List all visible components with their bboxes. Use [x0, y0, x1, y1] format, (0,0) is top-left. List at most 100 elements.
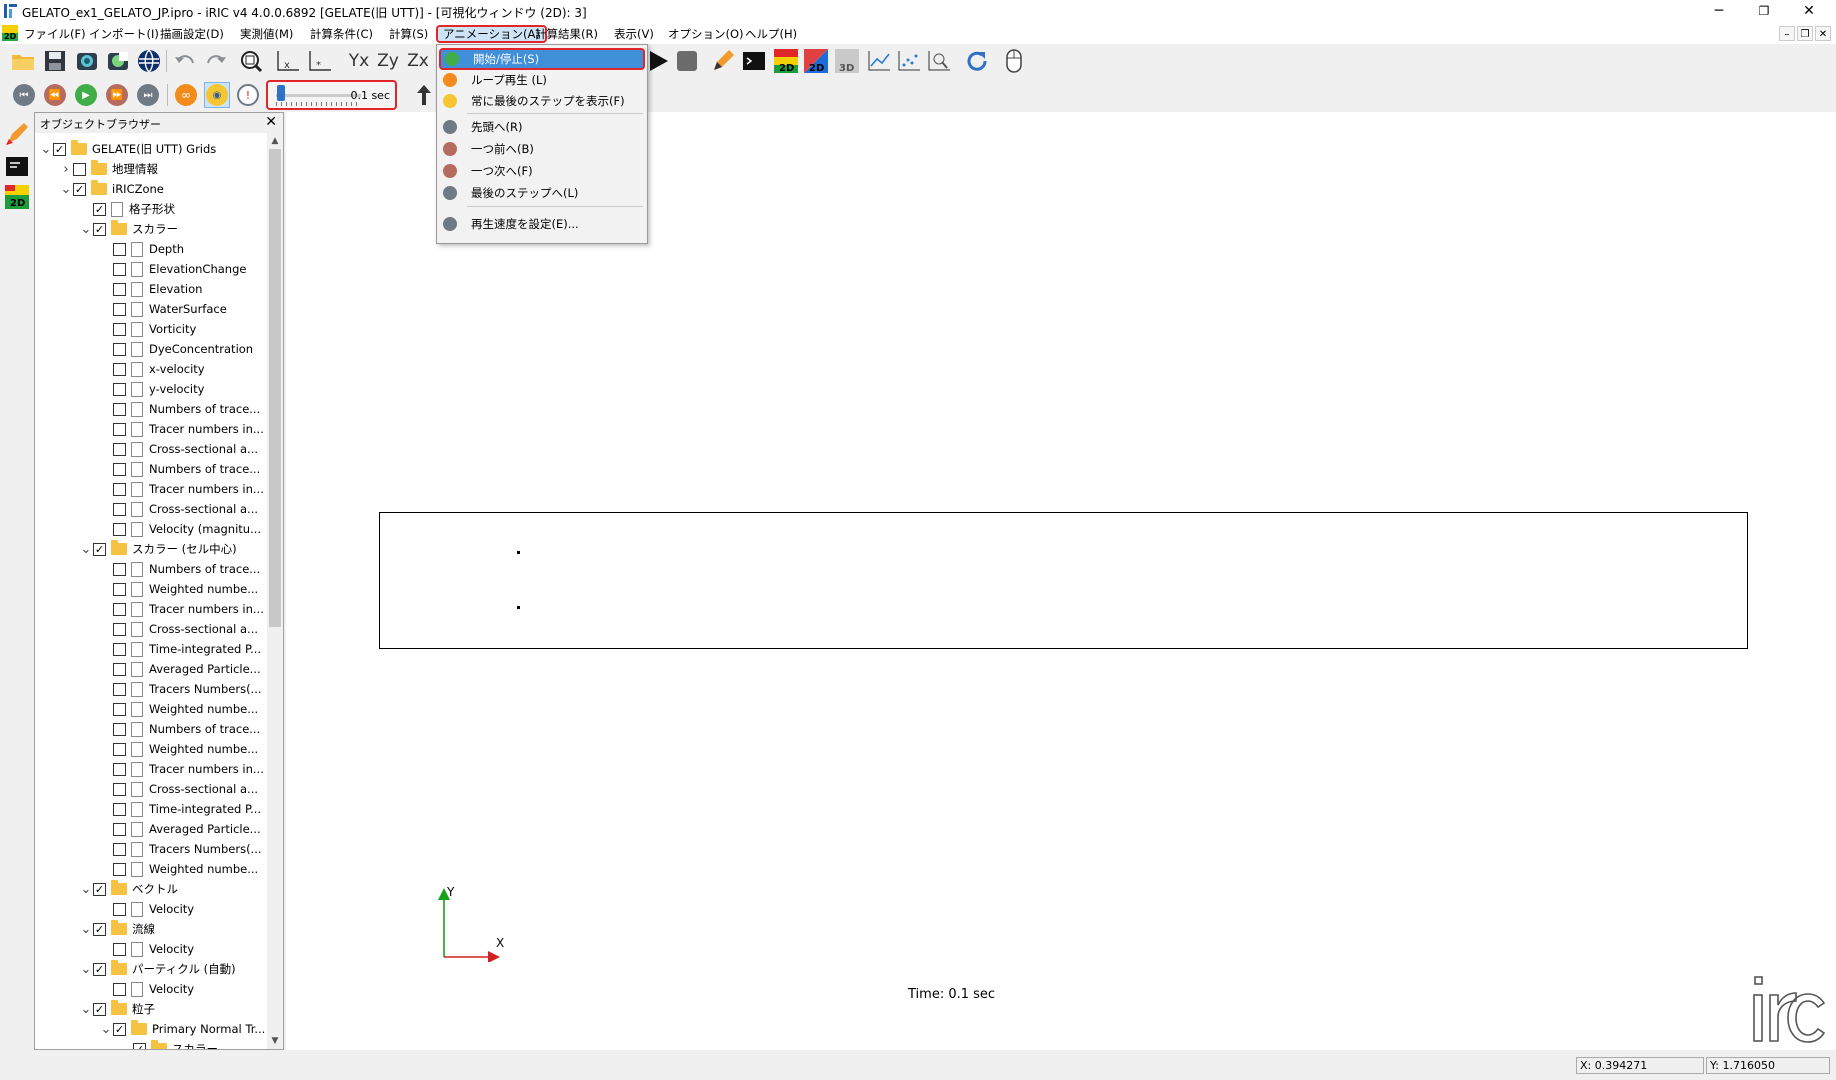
- visibility-checkbox[interactable]: [113, 362, 126, 376]
- menu-calculation[interactable]: 計算(S): [384, 25, 433, 43]
- scrollbar-thumb[interactable]: [269, 149, 281, 627]
- 2d-window-alt-icon[interactable]: 2D: [803, 48, 829, 74]
- tree-item[interactable]: Averaged Particle...: [99, 819, 261, 839]
- save-icon[interactable]: [42, 48, 68, 74]
- tree-item[interactable]: Velocity (magnitu...: [99, 519, 261, 539]
- visibility-checkbox[interactable]: [113, 742, 126, 756]
- tree-item[interactable]: Weighted numbe...: [99, 739, 258, 759]
- mdi-close-button[interactable]: ✕: [1815, 26, 1831, 41]
- collapse-chevron-icon[interactable]: ⌄: [59, 182, 73, 197]
- tree-folder-item[interactable]: ⌄ ✓ 流線: [79, 919, 155, 939]
- visibility-checkbox[interactable]: [113, 702, 126, 716]
- visibility-checkbox[interactable]: [113, 462, 126, 476]
- 2d-window-icon[interactable]: 2D: [773, 48, 799, 74]
- visibility-checkbox[interactable]: [113, 442, 126, 456]
- visibility-checkbox[interactable]: [113, 662, 126, 676]
- visibility-checkbox[interactable]: ✓: [93, 542, 106, 556]
- tree-folder-item[interactable]: ⌄ ✓ Primary Normal Tr...: [99, 1019, 265, 1039]
- tree-folder-item[interactable]: ⌄ ✓ GELATE(旧 UTT) Grids: [39, 139, 216, 159]
- tree-folder-item[interactable]: ⌄ ✓ ベクトル: [79, 879, 178, 899]
- collapse-chevron-icon[interactable]: ⌄: [79, 222, 93, 237]
- tree-item[interactable]: Velocity: [99, 939, 194, 959]
- loop-button[interactable]: ∞: [173, 82, 199, 108]
- 3d-window-icon[interactable]: 3D: [834, 48, 860, 74]
- edit-brush-icon[interactable]: [5, 122, 29, 146]
- axis-edit-icon[interactable]: *: [307, 48, 333, 74]
- collapse-chevron-icon[interactable]: ⌄: [119, 1042, 133, 1050]
- globe-icon[interactable]: [136, 48, 162, 74]
- menu-import[interactable]: インポート(I): [84, 25, 164, 43]
- visualization-canvas[interactable]: Y X Time: 0.1 sec: [286, 112, 1836, 1050]
- menu-results[interactable]: 計算結果(R): [530, 25, 603, 43]
- visibility-checkbox[interactable]: ✓: [73, 182, 86, 196]
- menu-view[interactable]: 表示(V): [609, 25, 659, 43]
- tree-item[interactable]: WaterSurface: [99, 299, 227, 319]
- tree-scrollbar[interactable]: ▲ ▼: [267, 133, 283, 1049]
- visibility-checkbox[interactable]: [113, 522, 126, 536]
- tree-folder-item[interactable]: ⌄ ✓ スカラー (セル中心): [79, 539, 237, 559]
- visibility-checkbox[interactable]: [113, 562, 126, 576]
- first-step-button[interactable]: ⏮: [11, 82, 37, 108]
- visibility-checkbox[interactable]: [113, 862, 126, 876]
- visibility-checkbox[interactable]: ✓: [93, 202, 106, 216]
- visibility-checkbox[interactable]: [113, 342, 126, 356]
- menu-file[interactable]: ファイル(F): [19, 25, 91, 43]
- visibility-checkbox[interactable]: [113, 782, 126, 796]
- visibility-checkbox[interactable]: [113, 762, 126, 776]
- collapse-chevron-icon[interactable]: ⌄: [79, 1002, 93, 1017]
- visibility-checkbox[interactable]: [113, 682, 126, 696]
- tree-item[interactable]: Cross-sectional a...: [99, 779, 258, 799]
- object-browser-close-button[interactable]: ✕: [265, 114, 277, 130]
- undo-icon[interactable]: [172, 48, 198, 74]
- tree-folder-item[interactable]: ⌄ ✓ パーティクル (自動): [79, 959, 236, 979]
- visibility-checkbox[interactable]: [113, 262, 126, 276]
- visibility-checkbox[interactable]: [113, 842, 126, 856]
- tree-folder-item[interactable]: ⌄ ✓ 粒子: [79, 999, 155, 1019]
- expand-chevron-icon[interactable]: ›: [59, 162, 73, 177]
- visibility-checkbox[interactable]: [113, 722, 126, 736]
- animation-menu-item[interactable]: 再生速度を設定(E)...: [439, 213, 645, 235]
- collapse-chevron-icon[interactable]: ⌄: [79, 882, 93, 897]
- visibility-checkbox[interactable]: ✓: [93, 222, 106, 236]
- tree-item[interactable]: Velocity: [99, 979, 194, 999]
- tree-item[interactable]: Cross-sectional a...: [99, 619, 258, 639]
- tree-item[interactable]: Weighted numbe...: [99, 579, 258, 599]
- visibility-checkbox[interactable]: ✓: [113, 1022, 126, 1036]
- visibility-checkbox[interactable]: [113, 622, 126, 636]
- menu-measured[interactable]: 実測値(M): [235, 25, 298, 43]
- graph-icon[interactable]: [866, 48, 892, 74]
- tree-item[interactable]: DyeConcentration: [99, 339, 253, 359]
- speed-slider-track[interactable]: [276, 94, 361, 97]
- visibility-checkbox[interactable]: ✓: [93, 962, 106, 976]
- animation-menu-item[interactable]: 最後のステップへ(L): [439, 182, 645, 204]
- animation-menu-item[interactable]: ループ再生 (L): [439, 69, 645, 91]
- collapse-chevron-icon[interactable]: ⌄: [79, 962, 93, 977]
- mdi-restore-button[interactable]: ❐: [1797, 26, 1813, 41]
- scroll-up-icon[interactable]: ▲: [267, 133, 283, 149]
- visibility-checkbox[interactable]: [113, 802, 126, 816]
- stop-icon[interactable]: [674, 48, 700, 74]
- zy-icon[interactable]: Zy: [375, 48, 401, 74]
- visibility-checkbox[interactable]: [113, 642, 126, 656]
- visibility-checkbox[interactable]: ✓: [93, 922, 106, 936]
- tree-item[interactable]: Depth: [99, 239, 184, 259]
- visibility-checkbox[interactable]: [113, 982, 126, 996]
- visibility-checkbox[interactable]: ✓: [133, 1042, 146, 1049]
- zoom-graph-icon[interactable]: [926, 48, 952, 74]
- tree-item[interactable]: Cross-sectional a...: [99, 499, 258, 519]
- tree-item[interactable]: Numbers of trace...: [99, 719, 260, 739]
- follow-last-button[interactable]: ◉: [204, 82, 230, 108]
- pencil-icon[interactable]: [710, 48, 736, 74]
- last-step-button[interactable]: ⏭: [135, 82, 161, 108]
- tree-item[interactable]: Tracer numbers in...: [99, 479, 264, 499]
- tree-item[interactable]: Tracer numbers in...: [99, 419, 264, 439]
- zoom-fit-icon[interactable]: [238, 48, 264, 74]
- tree-folder-item[interactable]: ⌄ ✓ スカラー: [79, 219, 178, 239]
- yx-icon[interactable]: Yx: [346, 48, 372, 74]
- tree-item[interactable]: Averaged Particle...: [99, 659, 261, 679]
- tree-item[interactable]: Time-integrated P...: [99, 799, 261, 819]
- visibility-checkbox[interactable]: ✓: [93, 882, 106, 896]
- zx-icon[interactable]: Zx: [405, 48, 431, 74]
- tree-item[interactable]: Velocity: [99, 899, 194, 919]
- minimize-button[interactable]: ─: [1696, 0, 1742, 23]
